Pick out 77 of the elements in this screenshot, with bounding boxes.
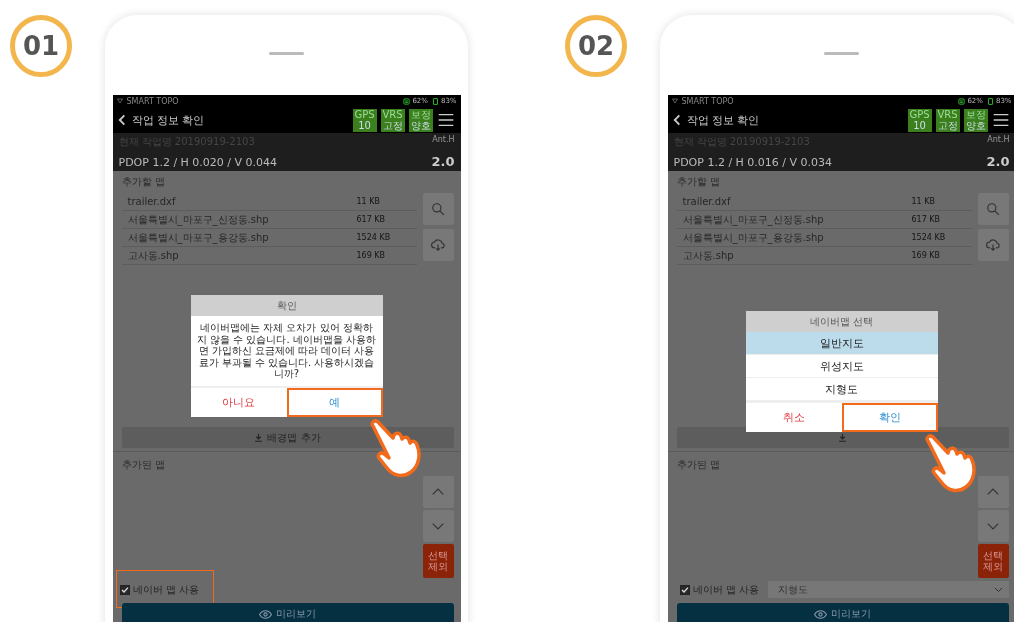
antenna-height-label: Ant.H xyxy=(432,135,455,144)
file-size: 1524 KB xyxy=(911,233,947,242)
back-icon xyxy=(116,113,128,127)
step-number: 01 xyxy=(10,15,72,77)
download-button[interactable] xyxy=(422,229,454,261)
download-button[interactable] xyxy=(977,229,1009,261)
file-name: 서울특별시_마포구_용강동.shp xyxy=(127,230,270,245)
confirm-button[interactable]: 확인 xyxy=(841,403,938,432)
naver-map-checkbox[interactable]: 네이버 맵 사용 xyxy=(676,580,762,599)
dialog-title: 네이버맵 선택 xyxy=(745,311,938,332)
eye-icon xyxy=(259,607,272,621)
status-badge: VRS 고정 xyxy=(935,108,960,132)
file-name: trailer.dxf xyxy=(127,196,177,207)
app-logo-icon xyxy=(116,98,123,104)
status-badge: VRS 고정 xyxy=(380,108,405,132)
eye-icon xyxy=(814,607,827,621)
file-name: trailer.dxf xyxy=(682,196,732,207)
antenna-height-value: 2.0 xyxy=(431,154,455,169)
file-name: 고사동.shp xyxy=(682,248,735,263)
cloud-download-icon xyxy=(431,238,445,252)
preview-button[interactable]: 미리보기 xyxy=(676,603,1009,622)
battery-icon xyxy=(986,97,994,105)
move-down-button[interactable] xyxy=(422,510,454,542)
search-button[interactable] xyxy=(977,193,1009,225)
signal-icon xyxy=(403,97,411,105)
dialog-message: 네이버맵에는 자체 오차가 있어 정확하지 않을 수 있습니다. 네이버맵을 사용하면 가입하신 요금제에 따라 데이터 사용료가 부과될 수 있습니다. 사용하시겠습니까? xyxy=(195,321,378,381)
status-badge: 보정 양호 xyxy=(408,108,433,132)
section-label: 추가할 맵 xyxy=(676,175,721,189)
file-name: 서울특별시_마포구_신정동.shp xyxy=(682,212,825,227)
status-badge: GPS 10 xyxy=(907,108,932,132)
antenna-height-label: Ant.H xyxy=(987,135,1010,144)
checkbox[interactable] xyxy=(119,584,130,595)
file-name: 고사동.shp xyxy=(127,248,180,263)
precision-reading: PDOP 1.2 / H 0.020 / V 0.044 xyxy=(118,156,279,169)
exclude-button[interactable]: 선택 제외 xyxy=(422,544,454,578)
precision-reading: PDOP 1.2 / H 0.016 / V 0.034 xyxy=(673,156,834,169)
app-name: SMART TOPO xyxy=(681,96,734,106)
preview-button[interactable]: 미리보기 xyxy=(121,603,454,622)
menu-icon xyxy=(991,112,1010,128)
step-number: 02 xyxy=(565,15,627,77)
search-icon xyxy=(431,202,445,216)
file-size: 617 KB xyxy=(911,215,942,224)
move-up-button[interactable] xyxy=(422,476,454,508)
map-type-dropdown[interactable]: 지형도 xyxy=(767,581,1009,598)
file-name: 서울특별시_마포구_신정동.shp xyxy=(127,212,270,227)
screen-title: 작업 정보 확인 xyxy=(131,112,206,128)
back-icon xyxy=(671,113,683,127)
status-badge: GPS 10 xyxy=(352,108,377,132)
chevron-down-icon xyxy=(993,586,1003,593)
status-badge: 보정 양호 xyxy=(963,108,988,132)
map-type-option[interactable]: 일반지도 xyxy=(745,332,938,355)
section-label: 추가할 맵 xyxy=(121,175,166,189)
cloud-download-icon xyxy=(986,238,1000,252)
dialog-title: 확인 xyxy=(190,295,383,316)
battery-icon xyxy=(431,97,439,105)
app-name: SMART TOPO xyxy=(126,96,179,106)
file-size: 617 KB xyxy=(356,215,387,224)
move-down-button[interactable] xyxy=(977,510,1009,542)
file-size: 1524 KB xyxy=(356,233,392,242)
app-logo-icon xyxy=(671,98,678,104)
screen-title: 작업 정보 확인 xyxy=(686,112,761,128)
file-size: 11 KB xyxy=(911,197,936,206)
file-size: 169 KB xyxy=(356,251,387,260)
antenna-height-value: 2.0 xyxy=(986,154,1010,169)
checkbox[interactable] xyxy=(679,584,690,595)
file-name: 서울특별시_마포구_용강동.shp xyxy=(682,230,825,245)
search-button[interactable] xyxy=(422,193,454,225)
menu-icon xyxy=(436,112,455,128)
exclude-button[interactable]: 선택 제외 xyxy=(977,544,1009,578)
download-icon xyxy=(254,433,264,442)
search-icon xyxy=(986,202,1000,216)
file-size: 169 KB xyxy=(911,251,942,260)
download-icon xyxy=(838,433,847,442)
move-up-button[interactable] xyxy=(977,476,1009,508)
signal-icon xyxy=(958,97,966,105)
confirm-button[interactable]: 예 xyxy=(286,387,383,417)
file-size: 11 KB xyxy=(356,197,381,206)
